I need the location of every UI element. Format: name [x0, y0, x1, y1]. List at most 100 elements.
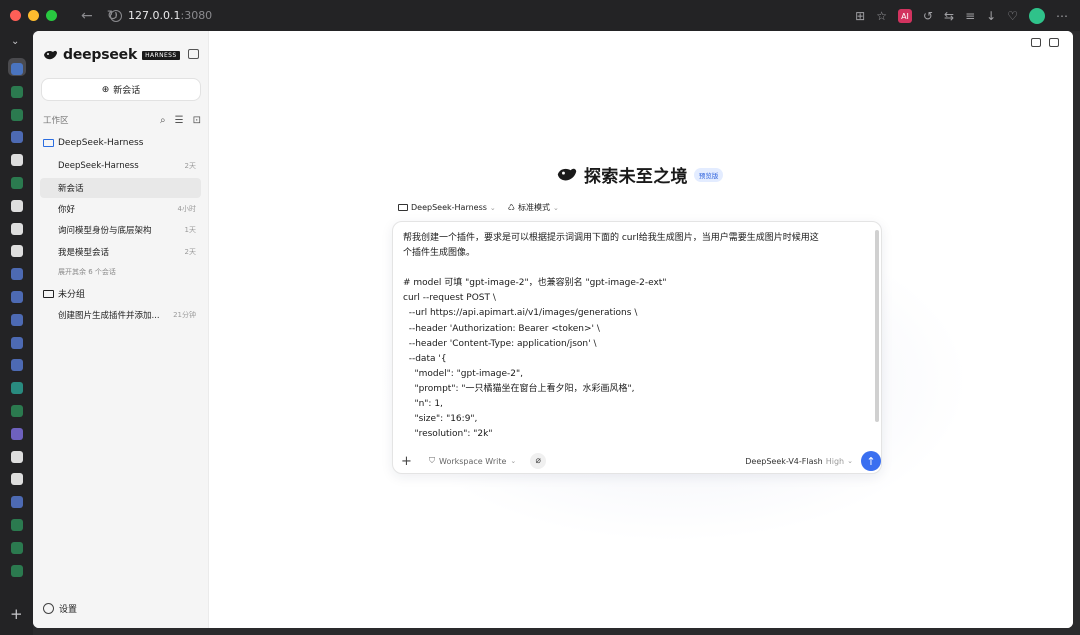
preview-badge: 预览版	[693, 167, 724, 182]
layout-right-icon[interactable]	[1049, 38, 1059, 47]
extension-icon[interactable]: AI	[897, 9, 912, 23]
bookmark-star-icon[interactable]: ☆	[876, 9, 887, 23]
zoom-window-button[interactable]	[46, 10, 57, 21]
project-folder-label: DeepSeek-Harness	[58, 138, 144, 148]
close-window-button[interactable]	[10, 10, 21, 21]
model-effort: High	[825, 456, 845, 466]
layout-bottom-icon[interactable]	[1031, 38, 1041, 47]
rail-tab-icon[interactable]	[11, 382, 23, 395]
settings-label: 设置	[59, 605, 78, 615]
rail-tab-icon[interactable]	[11, 450, 23, 463]
add-attachment-button[interactable]: +	[401, 454, 415, 469]
browser-side-rail: ⌄ +	[0, 31, 33, 635]
download-icon[interactable]: ↓	[986, 9, 996, 23]
url-port: :3080	[180, 9, 213, 22]
new-chat-label: 新会话	[113, 86, 141, 96]
minimize-window-button[interactable]	[28, 10, 39, 21]
prompt-input[interactable]: 帮我创建一个插件，要求是可以根据提示词调用下面的 curl给我生成图片，当用户需…	[403, 231, 873, 437]
rail-tab-icon[interactable]	[11, 108, 23, 121]
send-button[interactable]: ↑	[861, 451, 881, 471]
mode-selector[interactable]: ♺ 标准模式 ⌄	[508, 202, 559, 213]
rail-tab-icon[interactable]	[11, 496, 23, 509]
health-icon[interactable]: ♡	[1007, 9, 1018, 23]
composer: 帮我创建一个插件，要求是可以根据提示词调用下面的 curl给我生成图片，当用户需…	[392, 221, 882, 474]
rail-tab-icon[interactable]	[11, 405, 23, 417]
hero-title: 探索未至之境	[584, 167, 688, 187]
profile-avatar[interactable]	[1029, 8, 1045, 24]
conversation-item[interactable]: 你好 4小时	[40, 199, 201, 219]
search-icon[interactable]: ⌕	[160, 115, 166, 126]
translate-icon[interactable]: ⊞	[855, 9, 865, 23]
conversation-item[interactable]: 我是模型会话 2天	[40, 242, 201, 262]
hero: 探索未至之境 预览版	[556, 162, 724, 187]
rail-tab-icon[interactable]	[11, 564, 23, 577]
rail-tab-icon[interactable]	[11, 177, 23, 189]
composer-toolbar: + ⛉ Workspace Write ⌄ ⌀ DeepSeek-V4-Flas…	[401, 450, 881, 472]
rail-tab-icon[interactable]	[11, 519, 23, 531]
rail-tab-icon[interactable]	[11, 541, 23, 554]
project-selector[interactable]: DeepSeek-Harness ⌄	[398, 202, 496, 213]
ungrouped-folder-label: 未分组	[58, 290, 86, 300]
model-name: DeepSeek-V4-Flash	[745, 456, 823, 466]
mode-icon: ♺	[507, 203, 515, 212]
rail-tab-icon[interactable]	[11, 199, 23, 212]
folder-icon	[398, 204, 408, 211]
new-chat-button[interactable]: ⊕ 新会话	[41, 78, 201, 101]
conversation-item[interactable]: 询问模型身份与底层架构 1天	[40, 220, 201, 240]
main-panel: 探索未至之境 预览版 DeepSeek-Harness ⌄ ♺ 标准模式 ⌄ 帮…	[209, 31, 1073, 628]
rail-tab-icon[interactable]	[11, 63, 23, 75]
model-selector[interactable]: DeepSeek-V4-Flash High ⌄	[745, 457, 853, 466]
conversation-item-active[interactable]: 新会话	[40, 178, 201, 198]
rail-tab-icon[interactable]	[11, 268, 23, 281]
panel-controls	[1031, 38, 1059, 47]
rail-tab-icon[interactable]	[11, 336, 23, 349]
rail-tab-icon[interactable]	[11, 473, 23, 486]
rail-tab-icon[interactable]	[11, 131, 23, 144]
url-host: 127.0.0.1	[128, 9, 181, 22]
app-window: deepseek HARNESS ⊕ 新会话 工作区 ⌕ ☰ ⊡ DeepSee…	[33, 31, 1073, 628]
browser-actions: ⊞ ☆ AI ↺ ⇆ ≡ ↓ ♡ ⋯	[855, 8, 1068, 24]
filter-icon[interactable]: ☰	[175, 115, 184, 126]
rail-tab-icon[interactable]	[11, 245, 23, 258]
ungrouped-folder[interactable]: 未分组	[43, 287, 85, 300]
logo-badge: HARNESS	[142, 50, 180, 60]
prompt-scrollbar[interactable]	[875, 230, 879, 422]
project-folder[interactable]: DeepSeek-Harness	[43, 138, 143, 148]
rail-tab-icon[interactable]	[11, 85, 23, 98]
workspace-header: 工作区 ⌕ ☰ ⊡	[43, 114, 201, 127]
info-icon[interactable]: i	[110, 9, 122, 22]
back-arrow-icon[interactable]: ←	[81, 8, 93, 24]
window-controls	[0, 10, 57, 21]
more-menu-icon[interactable]: ⋯	[1056, 9, 1068, 23]
favorites-icon[interactable]: ≡	[965, 9, 975, 23]
settings-button[interactable]: 设置	[43, 602, 77, 615]
rail-tab-icon[interactable]	[11, 359, 23, 372]
conversation-item[interactable]: DeepSeek-Harness 2天	[40, 156, 201, 176]
rail-tab-icon[interactable]	[11, 313, 23, 326]
chevron-down-icon: ⌄	[847, 457, 853, 465]
composer-options: DeepSeek-Harness ⌄ ♺ 标准模式 ⌄	[398, 202, 559, 213]
add-tab-icon[interactable]: +	[10, 605, 23, 623]
chevron-down-icon: ⌄	[510, 457, 517, 465]
expand-more-link[interactable]: 展开其余 6 个会话	[58, 267, 116, 277]
chevron-down-icon[interactable]: ⌄	[11, 36, 19, 47]
logo: deepseek HARNESS	[43, 47, 180, 63]
new-folder-icon[interactable]: ⊡	[193, 115, 201, 126]
folder-icon	[43, 289, 54, 298]
paperclip-icon[interactable]: ⌀	[530, 453, 547, 469]
refresh-extension-icon[interactable]: ↺	[923, 9, 933, 23]
rail-tab-icon[interactable]	[11, 154, 23, 167]
workspace-mode-selector[interactable]: ⛉ Workspace Write ⌄	[429, 456, 516, 466]
whale-logo-icon	[44, 50, 57, 60]
split-view-icon[interactable]: ⇆	[944, 9, 954, 23]
rail-tab-icon[interactable]	[11, 427, 23, 440]
conversation-item[interactable]: 创建图片生成插件并添加... 21分钟	[40, 305, 201, 325]
sidebar-toggle-icon[interactable]	[188, 49, 199, 59]
logo-wordmark: deepseek	[63, 47, 138, 63]
rail-tab-icon[interactable]	[11, 291, 23, 303]
whale-logo-icon	[557, 168, 577, 181]
rail-tab-icon[interactable]	[11, 222, 23, 235]
folder-icon	[43, 139, 54, 147]
address-bar[interactable]: i 127.0.0.1:3080	[110, 9, 212, 22]
plus-circle-icon: ⊕	[101, 84, 110, 95]
